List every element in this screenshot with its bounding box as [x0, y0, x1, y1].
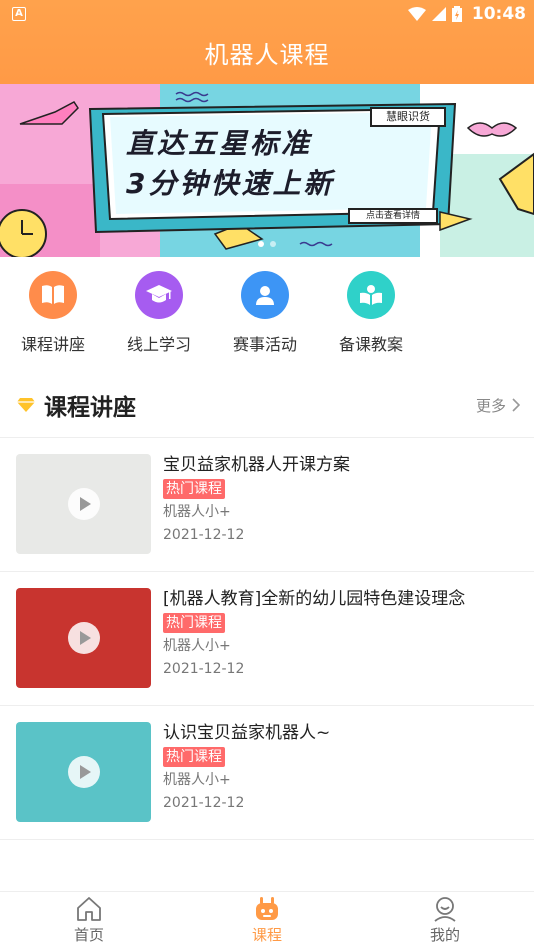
course-title[interactable]: 宝贝益家机器人开课方案 — [163, 454, 350, 476]
battery-icon — [451, 6, 462, 22]
play-icon[interactable] — [68, 488, 100, 520]
clock: 10:48 — [471, 4, 526, 24]
course-title[interactable]: 认识宝贝益家机器人~ — [163, 722, 330, 744]
chevron-right-icon — [512, 398, 520, 412]
wifi-icon — [407, 7, 426, 21]
course-item[interactable]: 宝贝益家机器人开课方案 热门课程 机器人小+ 2021-12-12 — [0, 438, 534, 572]
notification-badge-icon: A — [12, 7, 26, 21]
quick-link-events[interactable]: 赛事活动 — [212, 271, 318, 373]
course-thumbnail[interactable] — [16, 588, 151, 688]
section-title-text: 课程讲座 — [44, 395, 136, 421]
quick-link-lesson-plans[interactable]: 备课教案 — [318, 271, 424, 373]
quick-link-label: 备课教案 — [338, 335, 403, 354]
bottom-tab-bar: 首页 课程 我的 — [0, 891, 534, 950]
carousel-dot[interactable] — [270, 241, 276, 247]
quick-link-lectures[interactable]: 课程讲座 — [0, 271, 106, 373]
quick-link-label: 线上学习 — [126, 335, 191, 354]
more-label: 更多 — [475, 396, 506, 415]
status-bar: A 10:48 — [0, 0, 534, 28]
tab-home[interactable]: 首页 — [0, 892, 178, 950]
section-title: 课程讲座 — [16, 388, 136, 422]
course-author: 机器人小+ — [163, 504, 231, 520]
course-thumbnail[interactable] — [16, 722, 151, 822]
course-date: 2021-12-12 — [163, 661, 245, 677]
banner-tag: 慧眼识货 — [370, 107, 446, 127]
course-thumbnail[interactable] — [16, 454, 151, 554]
page-title: 机器人课程 — [204, 41, 330, 69]
course-author: 机器人小+ — [163, 638, 231, 654]
course-info: 认识宝贝益家机器人~ 热门课程 机器人小+ 2021-12-12 — [163, 722, 330, 839]
graduation-cap-icon — [135, 271, 183, 319]
course-info: 宝贝益家机器人开课方案 热门课程 机器人小+ 2021-12-12 — [163, 454, 350, 571]
status-right: 10:48 — [407, 4, 526, 24]
tab-label: 首页 — [73, 926, 104, 944]
section-header: 课程讲座 更多 — [0, 373, 534, 437]
quick-link-online[interactable]: 线上学习 — [106, 271, 212, 373]
banner-cta[interactable]: 点击查看详情 — [348, 208, 438, 224]
tab-label: 我的 — [429, 926, 460, 944]
diamond-icon — [17, 398, 35, 412]
course-author: 机器人小+ — [163, 772, 231, 788]
play-icon[interactable] — [68, 622, 100, 654]
promo-banner[interactable]: 慧眼识货 直达五星标准 3分钟快速上新 点击查看详情 — [0, 84, 534, 257]
more-link[interactable]: 更多 — [476, 395, 520, 416]
tab-profile[interactable]: 我的 — [356, 892, 534, 950]
course-info: [机器人教育]全新的幼儿园特色建设理念 热门课程 机器人小+ 2021-12-1… — [163, 588, 465, 705]
quick-links: 课程讲座 线上学习 赛事活动 备课教案 — [0, 257, 534, 373]
hot-tag: 热门课程 — [163, 747, 225, 767]
carousel-dots — [0, 241, 534, 247]
quick-link-label: 赛事活动 — [232, 335, 297, 354]
play-icon[interactable] — [68, 756, 100, 788]
course-item[interactable]: 认识宝贝益家机器人~ 热门课程 机器人小+ 2021-12-12 — [0, 706, 534, 840]
robot-icon — [256, 897, 278, 920]
user-icon — [241, 271, 289, 319]
app-header: A 10:48 机器人课程 — [0, 0, 534, 84]
quick-link-label: 课程讲座 — [20, 335, 85, 354]
course-date: 2021-12-12 — [163, 795, 245, 811]
home-icon — [77, 897, 101, 921]
banner-headline-1: 直达五星标准 — [126, 127, 313, 160]
banner-headline-2: 3分钟快速上新 — [126, 167, 335, 200]
book-icon — [29, 271, 77, 319]
course-date: 2021-12-12 — [163, 527, 245, 543]
hot-tag: 热门课程 — [163, 479, 225, 499]
signal-icon — [431, 7, 446, 21]
course-item[interactable]: [机器人教育]全新的幼儿园特色建设理念 热门课程 机器人小+ 2021-12-1… — [0, 572, 534, 706]
tab-courses[interactable]: 课程 — [178, 892, 356, 950]
hot-tag: 热门课程 — [163, 613, 225, 633]
carousel-dot[interactable] — [258, 241, 264, 247]
profile-icon — [434, 897, 456, 922]
course-title[interactable]: [机器人教育]全新的幼儿园特色建设理念 — [163, 588, 465, 610]
reader-icon — [347, 271, 395, 319]
tab-label: 课程 — [251, 926, 282, 944]
